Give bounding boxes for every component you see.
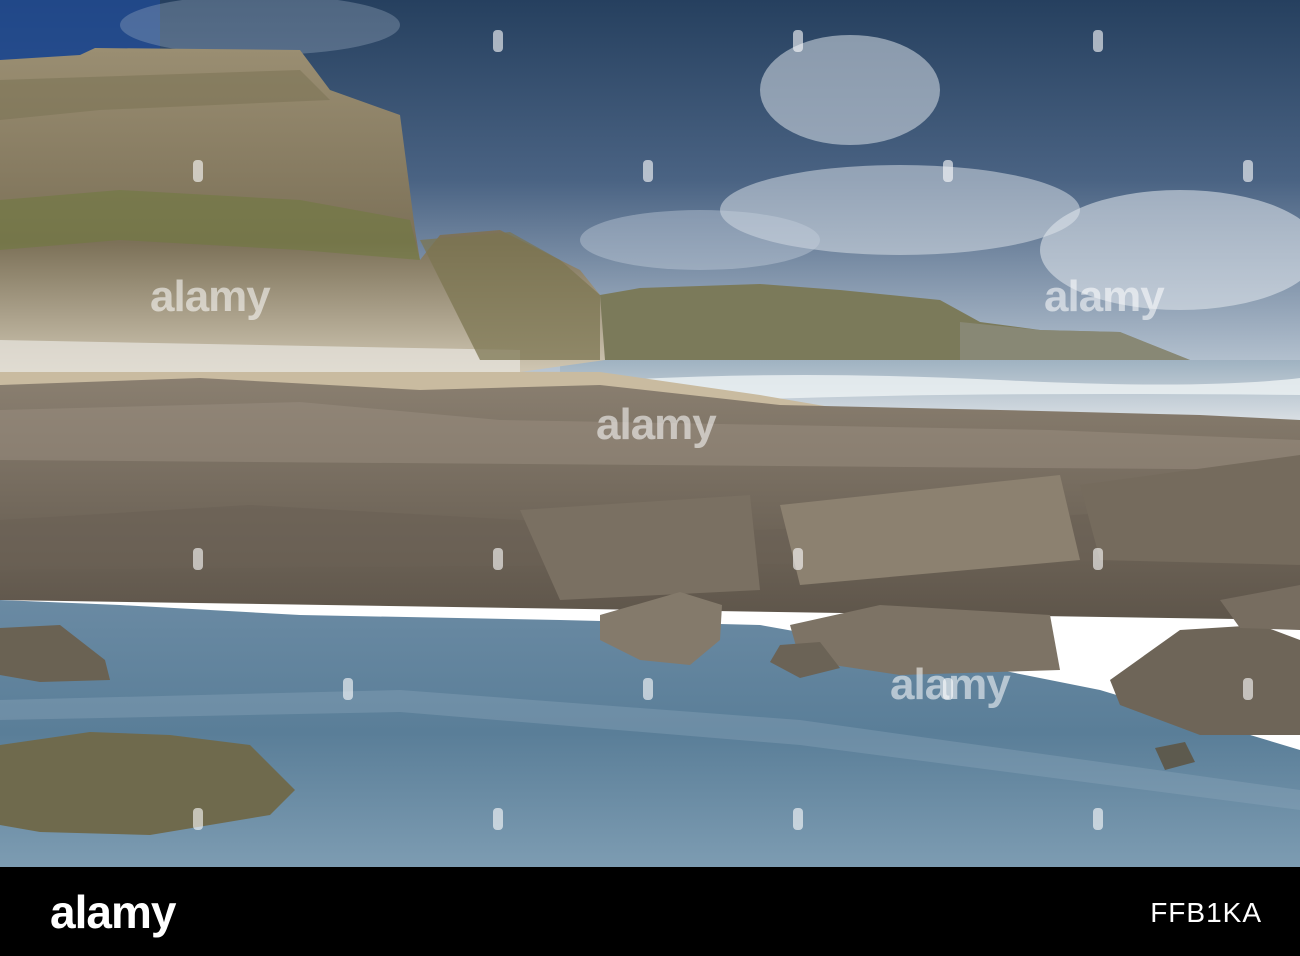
watermark: alamy [1044, 272, 1165, 321]
watermark-mark [1243, 678, 1253, 700]
watermark-mark [493, 30, 503, 52]
watermark-mark [493, 548, 503, 570]
image-code: FFB1KA [1150, 897, 1262, 928]
watermark-mark [1093, 548, 1103, 570]
landscape-photo: alamy alamy alamy alamy [0, 0, 1300, 867]
brand-logo: alamy [50, 886, 176, 938]
watermark-mark [643, 678, 653, 700]
watermark-mark [1093, 808, 1103, 830]
watermark-mark [193, 808, 203, 830]
watermark-mark [343, 678, 353, 700]
watermark: alamy [596, 400, 717, 449]
watermark-mark [1243, 160, 1253, 182]
watermark-mark [193, 160, 203, 182]
cloud [580, 210, 820, 270]
watermark-mark [793, 808, 803, 830]
footer-bar: alamy FFB1KA [0, 867, 1300, 956]
watermark-mark [193, 548, 203, 570]
watermark: alamy [150, 272, 271, 321]
watermark-mark [643, 160, 653, 182]
watermark-mark [1093, 30, 1103, 52]
cloud [760, 35, 940, 145]
boulder [520, 495, 760, 600]
watermark-mark [493, 808, 503, 830]
watermark-mark [793, 548, 803, 570]
watermark: alamy [890, 660, 1011, 709]
watermark-mark [793, 30, 803, 52]
watermark-mark [943, 160, 953, 182]
